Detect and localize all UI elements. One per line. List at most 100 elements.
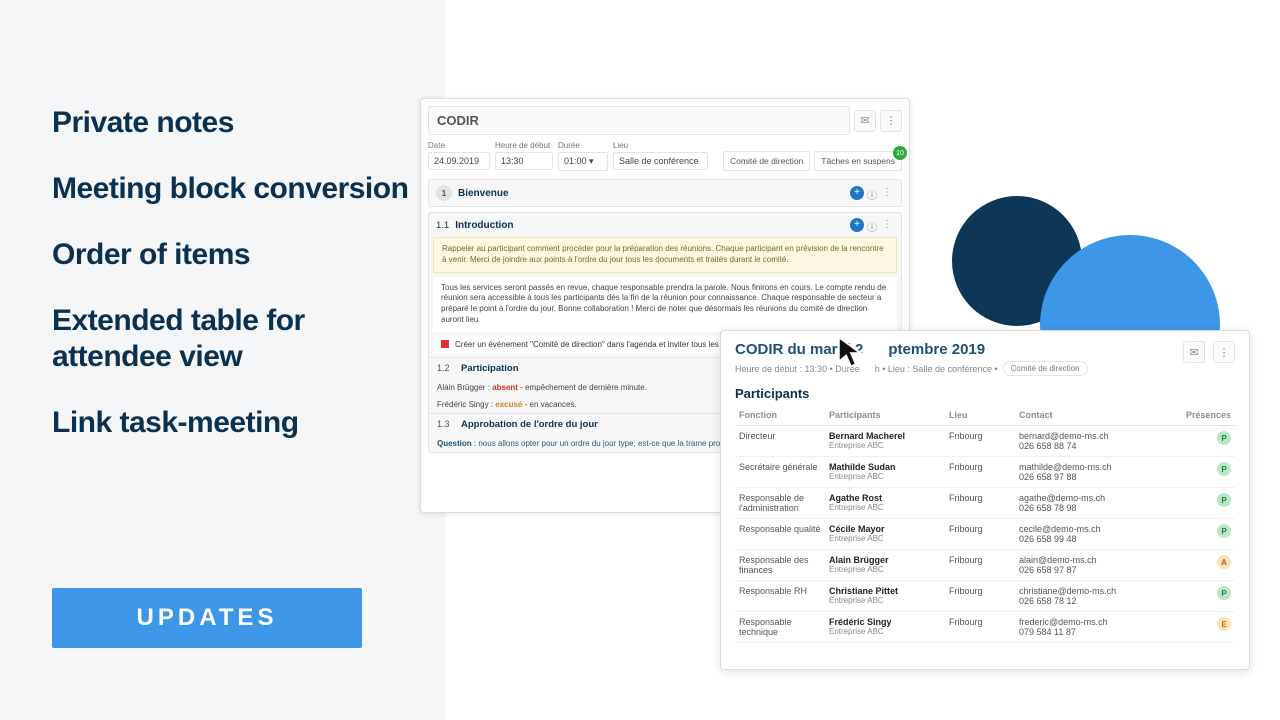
cell-fonction: Responsable des finances: [735, 550, 825, 581]
more-icon[interactable]: ⋮: [1213, 341, 1235, 363]
cell-participant: Cécile MayorEntreprise ABC: [825, 519, 945, 550]
col-lieu: Lieu: [945, 405, 1015, 426]
agenda-title[interactable]: Introduction: [455, 220, 844, 231]
highlight-paragraph[interactable]: Rappeler au participant comment procéder…: [433, 237, 897, 273]
table-row[interactable]: Responsable technique Frédéric SingyEntr…: [735, 612, 1235, 643]
cell-contact: alain@demo-ms.ch026 658 97 87: [1015, 550, 1175, 581]
date-label: Date: [428, 141, 490, 150]
location-label: Lieu: [613, 141, 708, 150]
more-icon[interactable]: ⋮: [882, 187, 894, 199]
feature-item: Meeting block conversion: [52, 171, 412, 207]
panel-subtitle: h • Lieu : Salle de conférence •: [875, 364, 998, 374]
cell-presence: A: [1175, 550, 1235, 581]
question-label: Question: [437, 439, 472, 448]
more-icon[interactable]: ⋮: [882, 219, 894, 231]
table-row[interactable]: Responsable qualité Cécile MayorEntrepri…: [735, 519, 1235, 550]
task-status-icon: [441, 340, 449, 348]
feature-item: Extended table for attendee view: [52, 303, 412, 375]
add-block-button[interactable]: +: [850, 186, 864, 200]
pending-count-badge: 10: [893, 146, 907, 160]
section-heading: Participants: [735, 386, 1235, 401]
agenda-title[interactable]: Participation: [461, 363, 519, 374]
cell-participant: Christiane PittetEntreprise ABC: [825, 581, 945, 612]
updates-button[interactable]: UPDATES: [52, 588, 362, 648]
paragraph-block[interactable]: Tous les services seront passés en revue…: [433, 277, 897, 332]
date-input[interactable]: 24.09.2019: [428, 152, 490, 170]
cell-presence: P: [1175, 488, 1235, 519]
table-row[interactable]: Secrétaire générale Mathilde SudanEntrep…: [735, 457, 1235, 488]
status-absent: absent: [492, 383, 518, 392]
meeting-title-input[interactable]: CODIR: [428, 106, 850, 135]
cell-lieu: Fribourg: [945, 426, 1015, 457]
presence-badge: P: [1217, 431, 1231, 445]
cell-lieu: Fribourg: [945, 457, 1015, 488]
feature-list: Private notes Meeting block conversion O…: [52, 105, 412, 471]
duration-select[interactable]: 01:00 ▾: [558, 152, 608, 171]
cell-lieu: Fribourg: [945, 612, 1015, 643]
panel-title: CODIR du mardi 2..septembre 2019: [735, 341, 1179, 358]
feature-item: Order of items: [52, 237, 412, 273]
cell-presence: E: [1175, 612, 1235, 643]
more-icon[interactable]: ⋮: [880, 110, 902, 132]
cell-lieu: Fribourg: [945, 550, 1015, 581]
presence-badge: P: [1217, 493, 1231, 507]
cell-fonction: Directeur: [735, 426, 825, 457]
start-input[interactable]: 13:30: [495, 152, 553, 170]
cell-lieu: Fribourg: [945, 488, 1015, 519]
cell-contact: agathe@demo-ms.ch026 658 78 98: [1015, 488, 1175, 519]
agenda-title[interactable]: Approbation de l'ordre du jour: [461, 419, 598, 430]
agenda-number: 1.2: [437, 363, 455, 373]
table-row[interactable]: Responsable de l'administration Agathe R…: [735, 488, 1235, 519]
presence-badge: P: [1217, 524, 1231, 538]
agenda-title[interactable]: Bienvenue: [458, 188, 844, 199]
col-contact: Contact: [1015, 405, 1175, 426]
pending-tasks-label: Tâches en suspens: [821, 156, 895, 166]
feature-item: Link task-meeting: [52, 405, 412, 441]
cell-participant: Mathilde SudanEntreprise ABC: [825, 457, 945, 488]
table-row[interactable]: Responsable des finances Alain BrüggerEn…: [735, 550, 1235, 581]
cell-presence: P: [1175, 519, 1235, 550]
cell-fonction: Responsable RH: [735, 581, 825, 612]
cell-lieu: Fribourg: [945, 519, 1015, 550]
col-presences: Présences: [1175, 405, 1235, 426]
cell-contact: mathilde@demo-ms.ch026 658 97 88: [1015, 457, 1175, 488]
cell-contact: christiane@demo-ms.ch026 658 78 12: [1015, 581, 1175, 612]
cell-contact: frederic@demo-ms.ch079 584 11 87: [1015, 612, 1175, 643]
cell-presence: P: [1175, 457, 1235, 488]
agenda-number: 1: [436, 185, 452, 201]
pending-tasks-chip[interactable]: Tâches en suspens 10: [814, 151, 902, 171]
cell-participant: Bernard MacherelEntreprise ABC: [825, 426, 945, 457]
cell-lieu: Fribourg: [945, 581, 1015, 612]
info-icon[interactable]: ⓘ: [867, 187, 879, 199]
mail-icon[interactable]: ✉: [1183, 341, 1205, 363]
cell-participant: Alain BrüggerEntreprise ABC: [825, 550, 945, 581]
presence-badge: A: [1217, 555, 1231, 569]
panel-subtitle: Heure de début : 13:30 • Durée: [735, 364, 860, 374]
cell-fonction: Responsable technique: [735, 612, 825, 643]
committee-chip[interactable]: Comité de direction: [1003, 361, 1088, 376]
cell-fonction: Secrétaire générale: [735, 457, 825, 488]
info-icon[interactable]: ⓘ: [867, 219, 879, 231]
start-label: Heure de début: [495, 141, 553, 150]
participants-table: Fonction Participants Lieu Contact Prése…: [735, 405, 1235, 643]
table-row[interactable]: Responsable RH Christiane PittetEntrepri…: [735, 581, 1235, 612]
participants-panel: CODIR du mardi 2..septembre 2019 Heure d…: [720, 330, 1250, 670]
mail-icon[interactable]: ✉: [854, 110, 876, 132]
duration-label: Durée: [558, 141, 608, 150]
agenda-number: 1.1: [436, 220, 449, 231]
cell-presence: P: [1175, 581, 1235, 612]
feature-item: Private notes: [52, 105, 412, 141]
task-text: Créer un événement "Comité de direction"…: [455, 340, 762, 349]
cell-contact: cecile@demo-ms.ch026 658 99 48: [1015, 519, 1175, 550]
location-input[interactable]: Salle de conférence: [613, 152, 708, 170]
cell-fonction: Responsable de l'administration: [735, 488, 825, 519]
presence-badge: E: [1217, 617, 1231, 631]
add-block-button[interactable]: +: [850, 218, 864, 232]
agenda-item: 1 Bienvenue + ⓘ ⋮: [428, 179, 902, 207]
cell-fonction: Responsable qualité: [735, 519, 825, 550]
committee-chip[interactable]: Comité de direction: [723, 151, 810, 171]
cell-contact: bernard@demo-ms.ch026 658 88 74: [1015, 426, 1175, 457]
table-row[interactable]: Directeur Bernard MacherelEntreprise ABC…: [735, 426, 1235, 457]
col-participants: Participants: [825, 405, 945, 426]
cell-participant: Frédéric SingyEntreprise ABC: [825, 612, 945, 643]
